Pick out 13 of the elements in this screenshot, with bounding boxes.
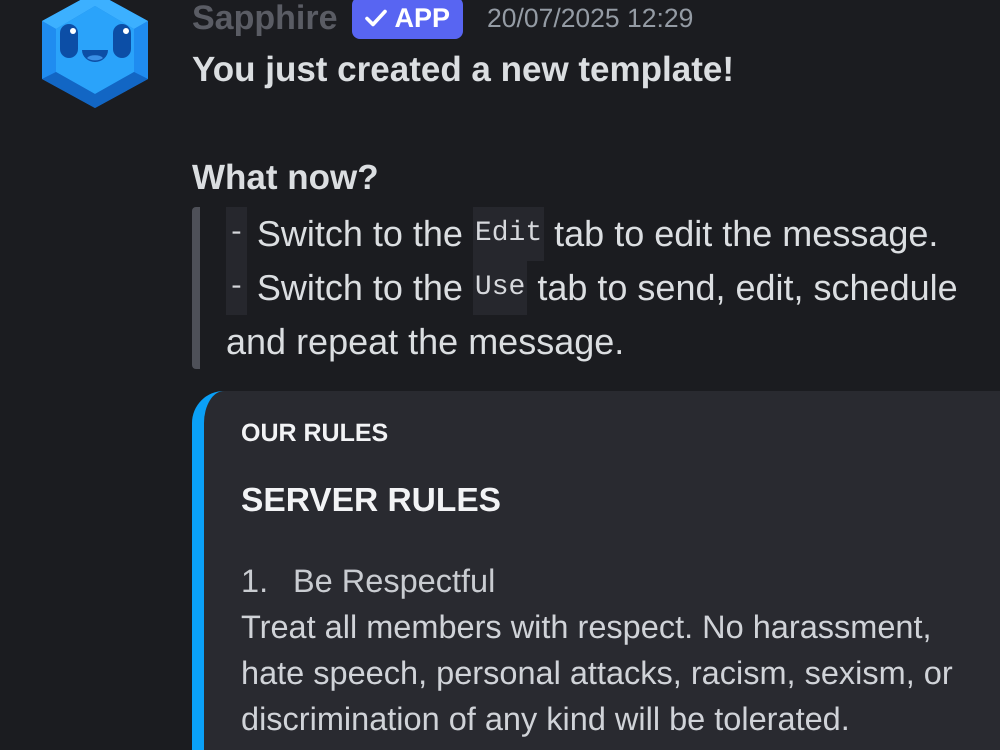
author-name[interactable]: Sapphire <box>192 0 338 38</box>
embed-author: OUR RULES <box>241 418 390 449</box>
quote-line: - Switch to the Edit tab to edit the message. <box>226 207 1000 261</box>
hexagon-face-icon[interactable] <box>42 0 148 108</box>
list-number: 1. <box>241 562 270 601</box>
list-item-text: Be Respectful <box>293 562 496 601</box>
message-heading: You just created a new template! <box>192 49 735 91</box>
app-tag-text: APP <box>394 2 450 35</box>
embed-title: SERVER RULES <box>241 481 502 521</box>
message-subheading: What now? <box>192 157 380 199</box>
embed-description: Treat all members with respect. No harassment, hate speech, personal attacks, racism, sexism, or discrimination of any kind will be tolerated. <box>241 608 954 739</box>
timestamp: 20/07/2025 12:29 <box>487 2 694 35</box>
quote-line: - Switch to the Use tab to send, edit, schedule and repeat the message. <box>226 261 1000 369</box>
